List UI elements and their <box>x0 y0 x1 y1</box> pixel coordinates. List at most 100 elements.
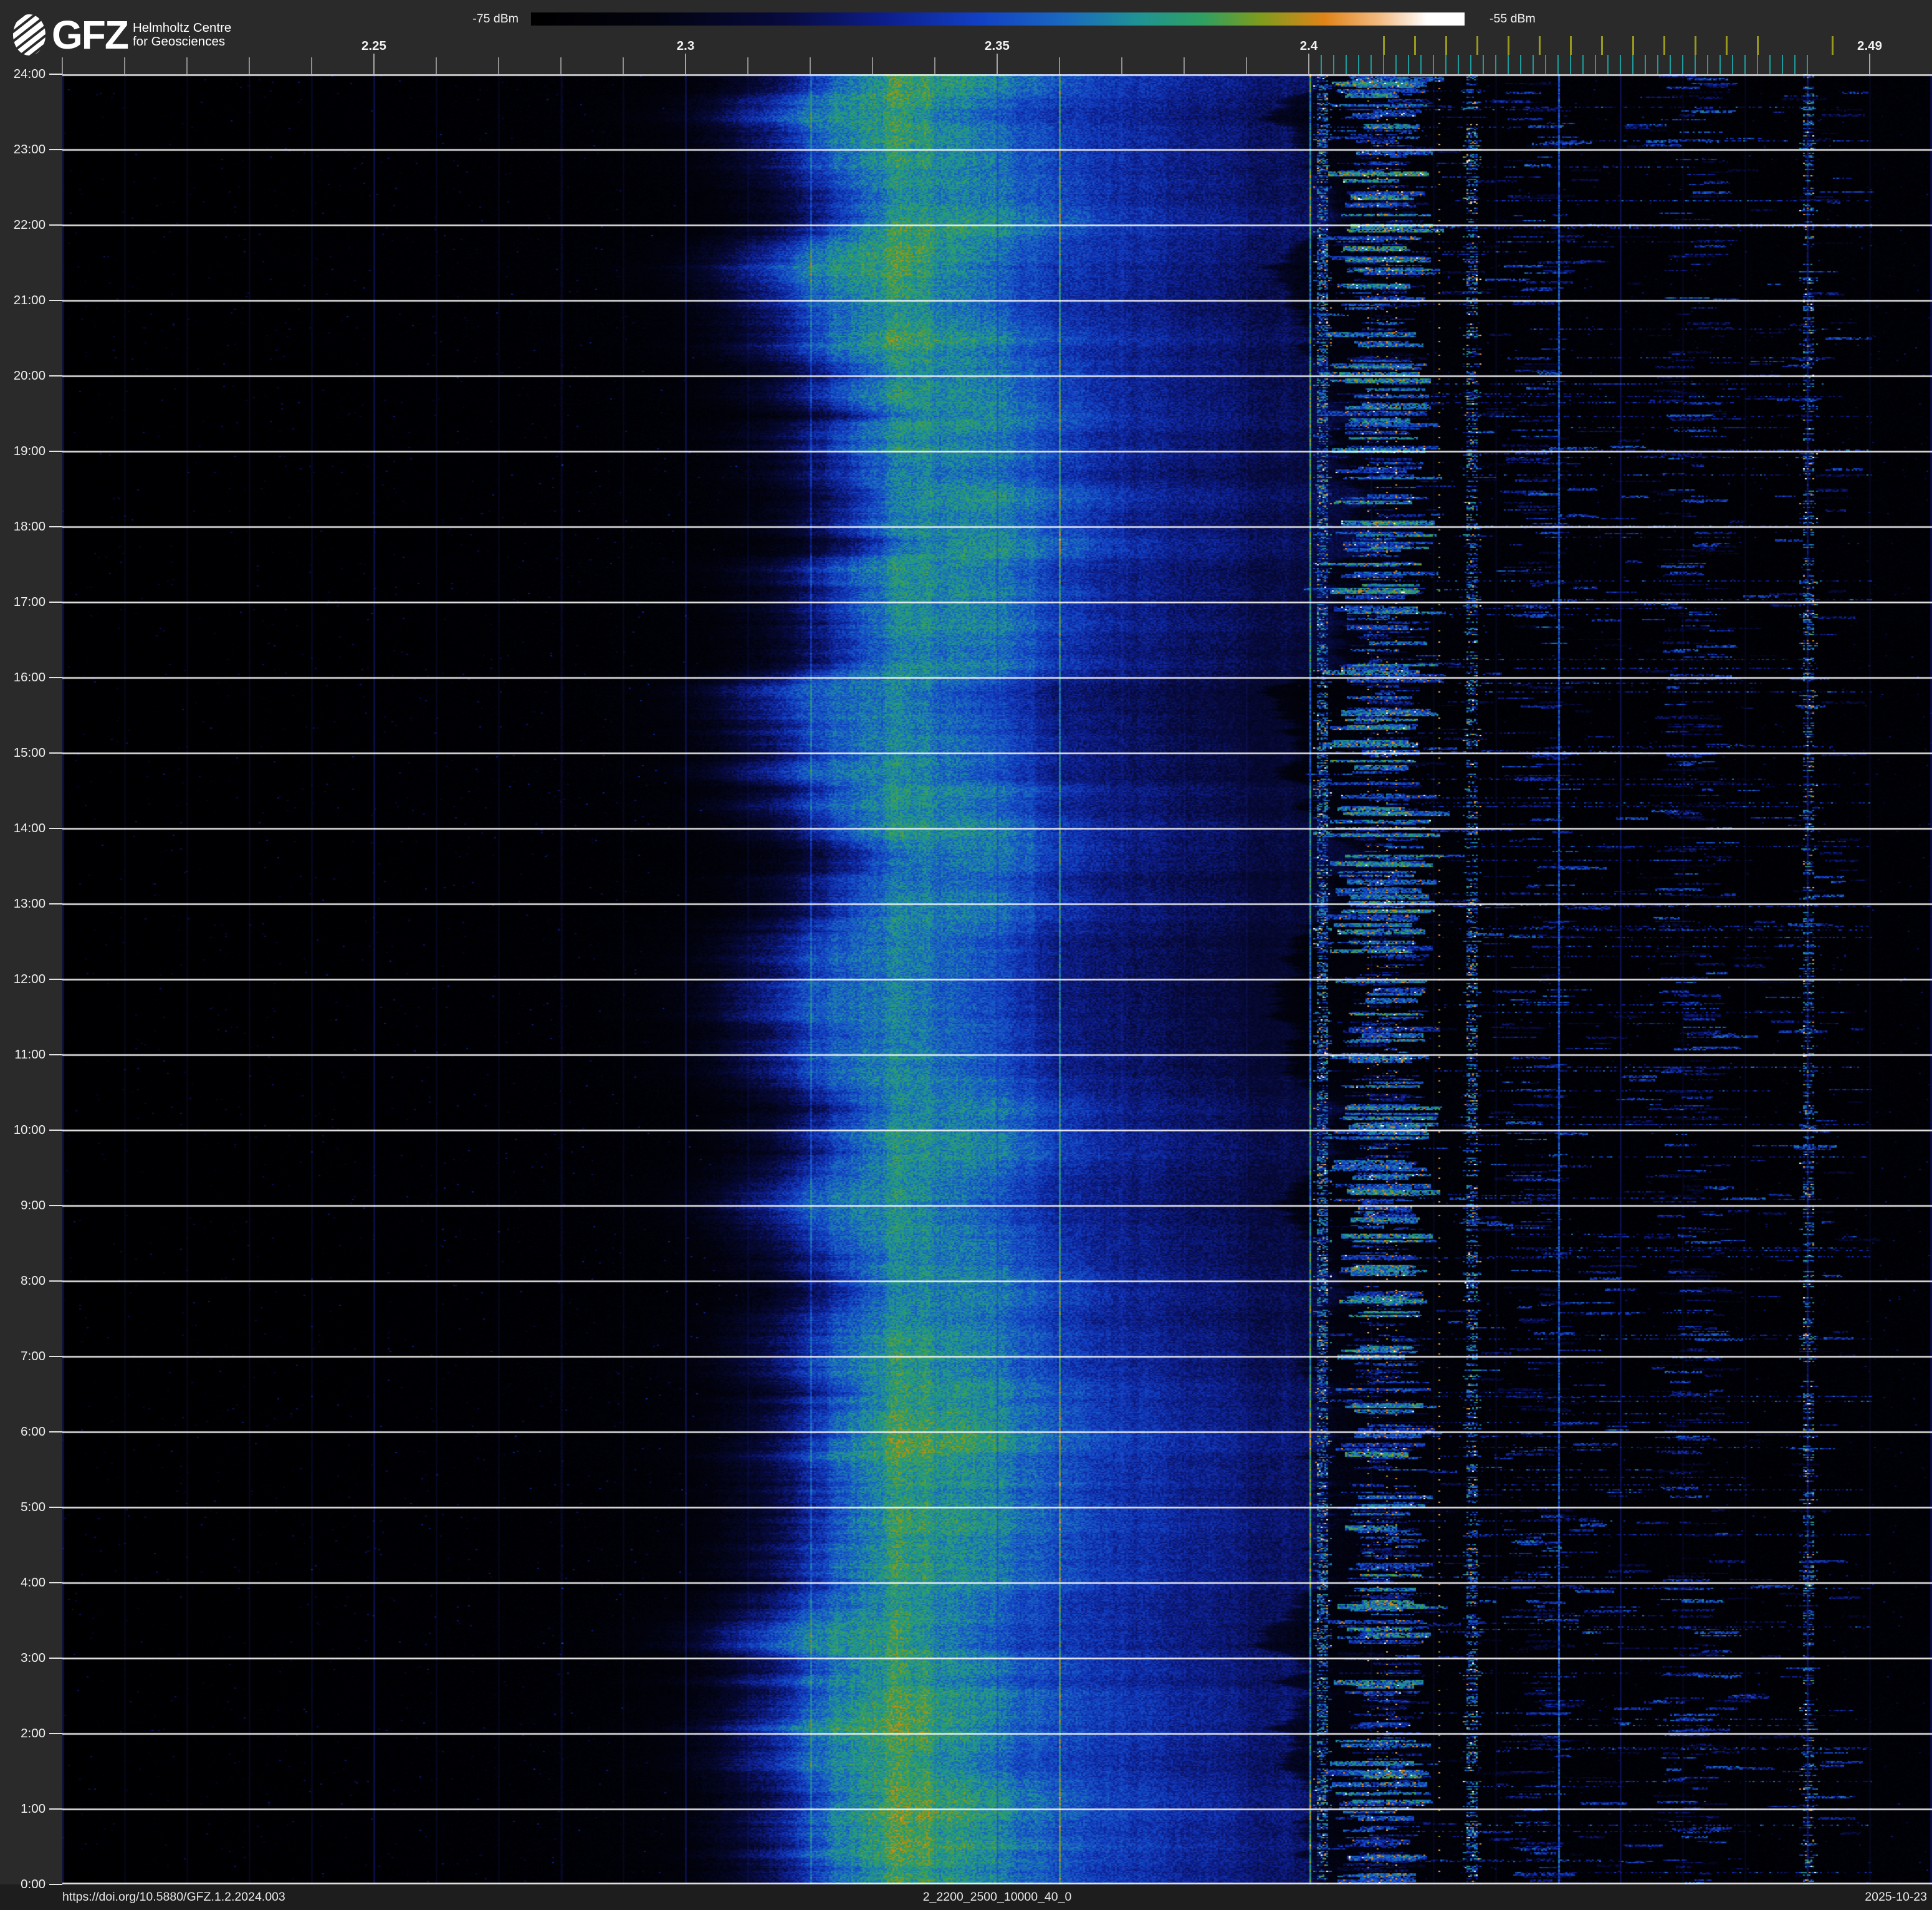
ble-channel-tick <box>1782 55 1783 74</box>
time-axis-tick <box>49 828 62 829</box>
ble-channel-tick <box>1645 55 1646 74</box>
time-axis-label: 3:00 <box>21 1651 45 1665</box>
time-axis-tick <box>49 300 62 301</box>
ble-channel-tick <box>1607 55 1609 74</box>
ble-channel-tick <box>1358 55 1359 74</box>
ble-channel-tick <box>1420 55 1422 74</box>
ble-channel-tick <box>1807 55 1808 74</box>
wifi-channel-tick <box>1831 36 1834 55</box>
ble-channel-tick <box>1508 55 1509 74</box>
freq-minor-tick <box>1059 57 1060 74</box>
ble-channel-tick <box>1794 55 1796 74</box>
freq-minor-tick <box>124 57 125 74</box>
time-axis-label: 18:00 <box>13 519 45 534</box>
ble-channel-tick <box>1346 55 1347 74</box>
wifi-channel-tick <box>1725 36 1728 55</box>
time-axis-label: 8:00 <box>21 1274 45 1288</box>
ble-channel-tick <box>1333 55 1334 74</box>
ble-channel-tick <box>1383 55 1384 74</box>
freq-minor-tick <box>560 57 562 74</box>
time-axis-label: 4:00 <box>21 1575 45 1590</box>
ble-channel-tick <box>1695 55 1696 74</box>
time-axis-label: 2:00 <box>21 1726 45 1740</box>
time-axis-tick <box>49 149 62 150</box>
ble-channel-tick <box>1321 55 1322 74</box>
date-label: 2025-10-23 <box>1865 1890 1927 1904</box>
freq-minor-tick <box>872 57 873 74</box>
freq-axis-label: 2.35 <box>985 39 1010 53</box>
wifi-channel-tick <box>1663 36 1665 55</box>
ble-channel-tick <box>1470 55 1471 74</box>
ble-channel-tick <box>1570 55 1571 74</box>
wifi-channel-tick <box>1476 36 1478 55</box>
ble-channel-tick <box>1483 55 1484 74</box>
freq-axis-label: 2.25 <box>361 39 386 53</box>
time-axis-label: 15:00 <box>13 746 45 760</box>
wifi-channel-tick <box>1413 36 1416 55</box>
time-axis-tick <box>49 602 62 603</box>
time-axis-tick <box>49 1431 62 1432</box>
doi-text: https://doi.org/10.5880/GFZ.1.2.2024.003 <box>62 1890 285 1904</box>
ble-channel-tick <box>1769 55 1771 74</box>
ble-channel-tick <box>1744 55 1746 74</box>
freq-axis-label: 2.3 <box>676 39 695 53</box>
time-axis-tick <box>49 74 62 75</box>
time-axis-tick <box>49 375 62 377</box>
ble-channel-tick <box>1520 55 1521 74</box>
time-axis-tick <box>49 224 62 226</box>
wifi-channel-tick <box>1694 36 1696 55</box>
freq-minor-tick <box>186 57 188 74</box>
freq-minor-tick <box>747 57 748 74</box>
time-axis-label: 10:00 <box>13 1123 45 1137</box>
time-axis-tick <box>49 752 62 754</box>
time-axis-tick <box>49 1130 62 1131</box>
time-axis-label: 23:00 <box>13 142 45 156</box>
spectrogram-viewer: GFZ Helmholtz Centre for Geosciences -75… <box>0 0 1932 1910</box>
wifi-channel-tick <box>1632 36 1634 55</box>
time-axis-tick <box>49 979 62 980</box>
time-axis-label: 16:00 <box>13 670 45 684</box>
wifi-channel-tick <box>1756 36 1759 55</box>
time-axis-label: 20:00 <box>13 368 45 383</box>
time-axis-label: 17:00 <box>13 595 45 609</box>
wifi-channel-tick <box>1507 36 1509 55</box>
ble-channel-tick <box>1545 55 1546 74</box>
freq-major-tick <box>685 54 686 74</box>
wifi-channel-tick <box>1538 36 1541 55</box>
freq-minor-tick <box>436 57 437 74</box>
dataset-name: 2_2200_2500_10000_40_0 <box>922 1890 1072 1904</box>
freq-minor-tick <box>311 57 312 74</box>
ble-channel-tick <box>1445 55 1447 74</box>
time-axis-tick <box>49 1280 62 1282</box>
time-axis-tick <box>49 526 62 527</box>
colorbar <box>531 12 1465 26</box>
freq-minor-tick <box>62 57 63 74</box>
ble-channel-tick <box>1408 55 1409 74</box>
time-axis-tick <box>49 1582 62 1583</box>
ble-channel-tick <box>1719 55 1721 74</box>
freq-minor-tick <box>498 57 499 74</box>
gfz-globe-icon <box>13 14 45 55</box>
time-axis-label: 1:00 <box>21 1802 45 1816</box>
ble-channel-tick <box>1370 55 1372 74</box>
ble-channel-tick <box>1557 55 1559 74</box>
ble-channel-tick <box>1495 55 1496 74</box>
time-axis-tick <box>49 1733 62 1734</box>
gfz-subtitle: Helmholtz Centre for Geosciences <box>133 14 231 49</box>
freq-major-tick <box>373 54 375 74</box>
time-axis-label: 21:00 <box>13 293 45 307</box>
freq-minor-tick <box>1246 57 1247 74</box>
ble-channel-tick <box>1620 55 1621 74</box>
freq-minor-tick <box>623 57 624 74</box>
time-axis-label: 14:00 <box>13 821 45 835</box>
spectrogram-canvas <box>62 74 1932 1884</box>
ble-channel-tick <box>1458 55 1459 74</box>
gfz-subtitle-line1: Helmholtz Centre <box>132 21 232 35</box>
time-axis-tick <box>49 1658 62 1659</box>
freq-minor-tick <box>1121 57 1122 74</box>
wifi-channel-tick <box>1600 36 1603 55</box>
time-axis-tick <box>49 451 62 452</box>
ble-channel-tick <box>1682 55 1683 74</box>
time-axis-label: 22:00 <box>13 218 45 232</box>
time-axis-label: 24:00 <box>13 67 45 81</box>
